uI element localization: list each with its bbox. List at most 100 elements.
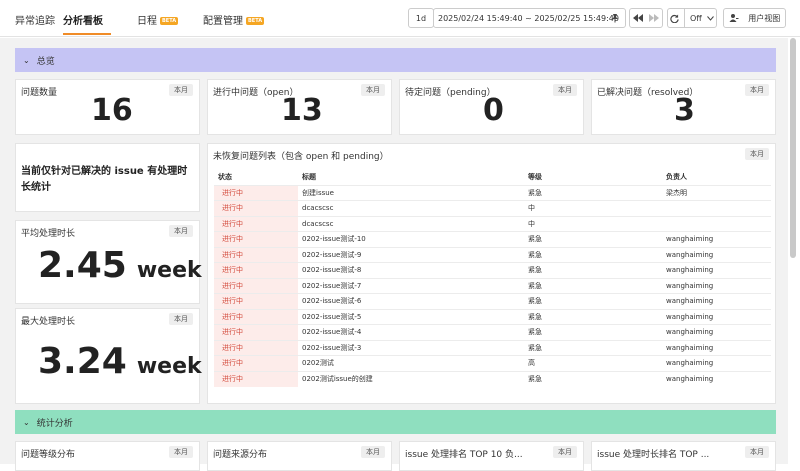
tab-schedule[interactable]: 日程 BETA <box>137 12 179 27</box>
chevron-down-icon: ⌄ <box>23 417 30 427</box>
tab-config-label: 配置管理 <box>203 16 243 27</box>
level-cell: 高 <box>524 355 662 371</box>
level-distribution-card: 问题等级分布 本月 <box>15 441 200 471</box>
status-cell: 进行中 <box>214 262 298 278</box>
owner-cell <box>662 215 771 232</box>
duration-unit: week <box>136 354 202 379</box>
table-row[interactable]: 进行中 0202-issue测试-10 紧急 wanghaiming <box>214 231 771 247</box>
top-nav-bar: 异常追踪 分析看板 日程 BETA 配置管理 BETA 1d 2025/02/24 … <box>0 0 800 37</box>
chevron-down-icon: ⌄ <box>23 55 30 65</box>
status-cell: 进行中 <box>214 200 298 216</box>
stat-card-pending: 待定问题（pending） 本月 0 <box>399 79 584 135</box>
period-badge: 本月 <box>745 148 769 160</box>
table-row[interactable]: 进行中 0202-issue测试-4 紧急 wanghaiming <box>214 324 771 340</box>
stat-card-total: 问题数量 本月 16 <box>15 79 200 135</box>
owner-cell: wanghaiming <box>662 262 771 278</box>
period-badge: 本月 <box>745 84 769 96</box>
pin-icon[interactable] <box>610 13 620 23</box>
time-range-picker[interactable]: 2025/02/24 15:49:40 ~ 2025/02/25 15:49:4… <box>433 8 626 28</box>
table-row[interactable]: 进行中 0202-issue测试-5 紧急 wanghaiming <box>214 308 771 325</box>
title-cell: 创建issue <box>298 184 524 201</box>
max-duration-card: 最大处理时长 本月 3.24 week <box>15 308 202 404</box>
vertical-scrollbar[interactable] <box>790 38 796 258</box>
tab-analysis-dashboard[interactable]: 分析看板 <box>63 12 103 27</box>
tab-anomaly-tracking[interactable]: 异常追踪 <box>15 12 55 27</box>
stat-value: 16 <box>91 93 133 128</box>
status-cell: 进行中 <box>214 308 298 325</box>
rewind-icon[interactable] <box>633 14 643 22</box>
level-cell: 中 <box>524 215 662 232</box>
title-cell: dcacscsc <box>298 215 524 232</box>
range-short-button[interactable]: 1d <box>408 8 434 28</box>
table-row[interactable]: 进行中 0202-issue测试-8 紧急 wanghaiming <box>214 262 771 278</box>
owner-cell: wanghaiming <box>662 370 771 387</box>
section-overview-header[interactable]: ⌄ 总览 <box>15 48 776 72</box>
user-view-button[interactable]: 用户视图 <box>723 8 786 28</box>
table-row[interactable]: 进行中 0202测试issue的创建 紧急 wanghaiming <box>214 370 771 387</box>
level-cell: 紧急 <box>524 308 662 325</box>
card-title: 平均处理时长 <box>21 229 76 239</box>
table-row[interactable]: 进行中 0202-issue测试-6 紧急 wanghaiming <box>214 293 771 309</box>
time-range-text: 2025/02/24 15:49:40 ~ 2025/02/25 15:49:4… <box>438 13 619 23</box>
period-badge: 本月 <box>553 446 577 458</box>
period-badge: 本月 <box>553 84 577 96</box>
table-row[interactable]: 进行中 0202测试高 wanghaiming <box>214 355 771 371</box>
section-stats-header[interactable]: ⌄ 统计分析 <box>15 410 776 434</box>
title-cell: dcacscsc <box>298 200 524 216</box>
card-title: 问题等级分布 <box>21 450 76 460</box>
table-row[interactable]: 进行中 0202-issue测试-7 紧急 wanghaiming <box>214 277 771 294</box>
active-tab-indicator <box>63 33 111 35</box>
stat-card-open: 进行中问题（open） 本月 13 <box>207 79 392 135</box>
table-row[interactable]: 进行中 创建issue 紧急 梁杰明 <box>214 184 771 201</box>
avg-duration-value: 2.45 week <box>38 245 202 286</box>
period-badge: 本月 <box>361 84 385 96</box>
owner-cell: wanghaiming <box>662 355 771 371</box>
table-row[interactable]: 进行中 0202-issue测试-9 紧急 wanghaiming <box>214 246 771 263</box>
auto-refresh-control[interactable]: Off <box>667 8 717 28</box>
status-cell: 进行中 <box>214 293 298 309</box>
owner-cell <box>662 200 771 216</box>
level-cell: 紧急 <box>524 262 662 278</box>
duration-number: 2.45 <box>38 245 127 286</box>
column-header[interactable]: 状态 <box>214 170 298 185</box>
period-badge: 本月 <box>169 446 193 458</box>
refresh-icon[interactable] <box>670 13 680 23</box>
playback-controls <box>629 8 663 28</box>
level-cell: 紧急 <box>524 339 662 356</box>
table-row[interactable]: 进行中 dcacscsc 中 <box>214 215 771 232</box>
level-cell: 紧急 <box>524 184 662 201</box>
duration-note-card: 当前仅针对已解决的 issue 有处理时长统计 <box>15 143 200 212</box>
tab-config-management[interactable]: 配置管理 BETA <box>203 12 265 27</box>
owner-cell: wanghaiming <box>662 231 771 247</box>
title-cell: 0202测试issue的创建 <box>298 370 524 387</box>
user-view-icon <box>729 14 739 22</box>
status-cell: 进行中 <box>214 246 298 263</box>
unresolved-issues-card: 未恢复问题列表（包含 open 和 pending） 本月 状态 标题 等级 负… <box>207 143 776 404</box>
stat-value: 3 <box>674 93 695 128</box>
status-cell: 进行中 <box>214 355 298 371</box>
card-title: 问题来源分布 <box>213 450 268 460</box>
status-cell: 进行中 <box>214 370 298 387</box>
forward-icon[interactable] <box>649 14 659 22</box>
duration-number: 3.24 <box>38 341 127 382</box>
level-cell: 中 <box>524 200 662 216</box>
table-body: 进行中 创建issue 紧急 梁杰明 进行中 dcacscsc 中进行中 dcacscsc 中进… <box>214 184 771 387</box>
source-distribution-card: 问题来源分布 本月 <box>207 441 392 471</box>
level-cell: 紧急 <box>524 277 662 294</box>
level-cell: 紧急 <box>524 293 662 309</box>
table-row[interactable]: 进行中 dcacscsc 中 <box>214 200 771 216</box>
period-badge: 本月 <box>361 446 385 458</box>
status-cell: 进行中 <box>214 324 298 340</box>
owner-cell: 梁杰明 <box>662 184 771 201</box>
column-header[interactable]: 标题 <box>298 170 524 185</box>
column-header[interactable]: 等级 <box>524 170 662 185</box>
max-duration-value: 3.24 week <box>38 341 202 382</box>
chevron-down-icon <box>706 15 714 21</box>
column-header[interactable]: 负责人 <box>662 170 771 185</box>
level-cell: 紧急 <box>524 370 662 387</box>
table-row[interactable]: 进行中 0202-issue测试-3 紧急 wanghaiming <box>214 339 771 356</box>
title-cell: 0202-issue测试-3 <box>298 339 524 356</box>
section-overview-label: 总览 <box>36 56 55 67</box>
card-title: issue 处理时长排名 TOP ... <box>597 450 710 460</box>
status-cell: 进行中 <box>214 231 298 247</box>
